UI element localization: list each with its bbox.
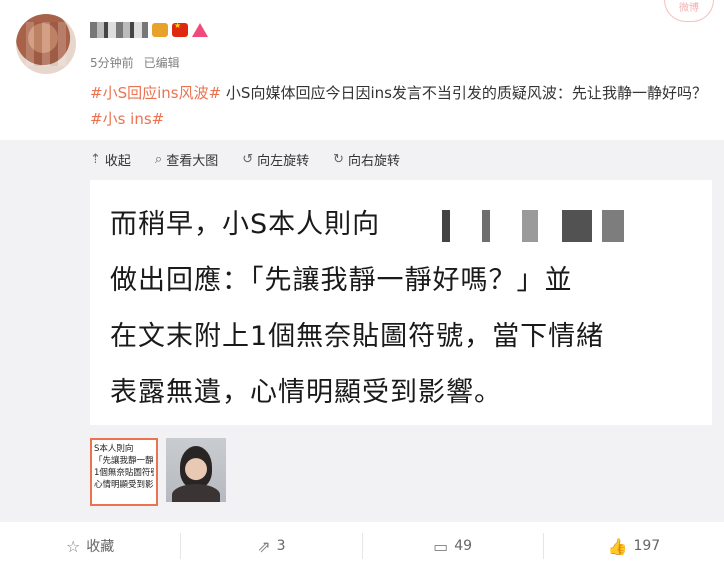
rotate-left-icon: ↺ [242, 152, 254, 167]
edited-label[interactable]: 已编辑 [144, 54, 180, 71]
collapse-button[interactable]: ⇡ 收起 [90, 150, 131, 169]
rotate-right-icon: ↻ [333, 152, 345, 167]
username-blurred[interactable] [90, 22, 148, 38]
avatar[interactable] [16, 14, 76, 74]
member-badge-icon [152, 23, 168, 37]
username-row[interactable] [90, 21, 208, 38]
action-bar: ☆ 收藏 ⇗ 3 ▭ 49 👍 197 [0, 522, 724, 570]
post-time[interactable]: 5分钟前 [90, 54, 134, 71]
image-text-line: 而稍早，小S本人則向 [110, 209, 381, 240]
like-button[interactable]: 👍 197 [544, 533, 724, 559]
view-large-button[interactable]: ⌕ 查看大图 [155, 150, 218, 169]
rotate-left-button[interactable]: ↺ 向左旋转 [242, 150, 309, 169]
favorite-button[interactable]: ☆ 收藏 [0, 533, 182, 559]
magnifier-icon: ⌕ [154, 152, 163, 167]
hashtag-link[interactable]: #小s ins# [90, 110, 164, 128]
comment-icon: ▭ [433, 536, 449, 556]
rotate-right-button[interactable]: ↻ 向右旋转 [333, 150, 400, 169]
thumbnail-strip: S本人則向 「先讓我靜一靜好 1個無奈貼圖符號 心情明顯受到影響 [90, 438, 226, 506]
share-icon: ⇗ [257, 536, 271, 556]
post-text: #小S回应ins风波# 小S向媒体回应今日因ins发言不当引发的质疑风波：先让我… [90, 80, 716, 132]
hashtag-link[interactable]: #小S回应ins风波# [90, 84, 221, 102]
star-icon: ☆ [65, 536, 81, 556]
image-text-line: 做出回應：「先讓我靜一靜好嗎？」並 [110, 265, 573, 296]
post-body: 小S向媒体回应今日因ins发言不当引发的质疑风波：先让我静一静好吗？ [221, 84, 707, 102]
thumbs-up-icon: 👍 [607, 536, 628, 556]
image-toolbar: ⇡ 收起 ⌕ 查看大图 ↺ 向左旋转 ↻ 向右旋转 [90, 150, 400, 169]
comment-button[interactable]: ▭ 49 [363, 533, 544, 559]
level-badge-icon [192, 23, 208, 37]
thumbnail-photo[interactable] [166, 438, 226, 502]
repost-button[interactable]: ⇗ 3 [181, 533, 363, 559]
china-flag-icon [172, 21, 188, 37]
image-text-line: 在文末附上1個無奈貼圖符號，當下情緒 [110, 321, 605, 352]
media-panel: ⇡ 收起 ⌕ 查看大图 ↺ 向左旋转 ↻ 向右旋转 而稍早，小S本人則向 做出回… [0, 140, 724, 522]
large-image[interactable]: 而稍早，小S本人則向 做出回應：「先讓我靜一靜好嗎？」並 在文末附上1個無奈貼圖… [90, 180, 712, 425]
image-text-line: 表露無遺，心情明顯受到影響。 [110, 377, 502, 408]
collapse-up-icon: ⇡ [90, 152, 101, 167]
mosaic-redaction [442, 210, 642, 242]
thumbnail-selected[interactable]: S本人則向 「先讓我靜一靜好 1個無奈貼圖符號 心情明顯受到影響 [90, 438, 158, 506]
post-meta: 5分钟前 已编辑 [90, 54, 180, 71]
watermark-stamp: 微博 [664, 0, 714, 22]
